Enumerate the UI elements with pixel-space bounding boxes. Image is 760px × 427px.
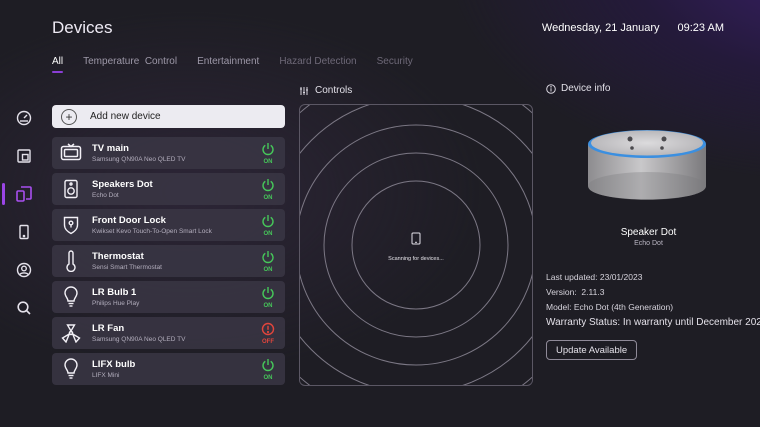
devices-icon bbox=[16, 186, 32, 202]
add-new-device-button[interactable]: + Add new device bbox=[52, 105, 285, 128]
page-title: Devices bbox=[52, 18, 113, 37]
power-icon bbox=[262, 215, 274, 228]
image-frame-icon bbox=[17, 149, 31, 163]
lock-icon bbox=[60, 214, 82, 236]
device-row-lr-fan[interactable]: LR Fan Samsung QN90A Neo QLED TV OFF bbox=[52, 317, 285, 349]
speaker-product-image bbox=[588, 130, 706, 200]
info-icon bbox=[546, 83, 556, 94]
device-name: Thermostat bbox=[92, 251, 144, 262]
power-icon bbox=[262, 251, 274, 264]
power-off-icon bbox=[261, 322, 275, 336]
sidebar-item-devices[interactable] bbox=[14, 184, 34, 204]
power-icon bbox=[262, 179, 274, 192]
device-model: Samsung QN90A Neo QLED TV bbox=[92, 336, 186, 343]
device-info-name: Speaker Dot bbox=[620, 227, 677, 238]
power-status: ON bbox=[263, 159, 273, 165]
power-status: ON bbox=[263, 303, 273, 309]
device-row-thermostat[interactable]: Thermostat Sensi Smart Thermostat ON bbox=[52, 245, 285, 277]
sidebar-item-phone[interactable] bbox=[14, 222, 34, 242]
bulb-icon bbox=[60, 358, 82, 380]
power-status: ON bbox=[263, 267, 273, 273]
sidebar-item-search[interactable] bbox=[14, 298, 34, 318]
device-row-lr-bulb-1[interactable]: LR Bulb 1 Philips Hue Play ON bbox=[52, 281, 285, 313]
device-name: TV main bbox=[92, 143, 129, 154]
tab-security[interactable]: Security bbox=[377, 56, 413, 72]
thermometer-icon bbox=[60, 250, 82, 272]
device-info-title: Device info bbox=[561, 83, 611, 94]
tablet-icon bbox=[411, 232, 421, 245]
power-icon bbox=[262, 143, 274, 156]
device-warranty: Warranty Status: In warranty until Decem… bbox=[546, 317, 760, 328]
power-toggle[interactable]: ON bbox=[261, 358, 275, 381]
power-status: OFF bbox=[262, 339, 274, 345]
device-name: LR Bulb 1 bbox=[92, 287, 137, 298]
device-model: Sensi Smart Thermostat bbox=[92, 264, 162, 271]
power-icon bbox=[262, 287, 274, 300]
power-icon bbox=[262, 359, 274, 372]
gauge-icon bbox=[16, 110, 32, 126]
power-status: ON bbox=[263, 195, 273, 201]
device-row-lifx-bulb[interactable]: LIFX bulb LIFX Mini ON bbox=[52, 353, 285, 385]
tv-icon bbox=[60, 142, 82, 164]
sliders-icon bbox=[300, 86, 308, 95]
scanning-status: Scanning for devices... bbox=[388, 256, 444, 262]
tab-hazard-detection[interactable]: Hazard Detection bbox=[279, 56, 356, 72]
radar-rings bbox=[300, 105, 532, 385]
tab-temperature-control[interactable]: Temperature Control bbox=[83, 56, 177, 72]
power-status: ON bbox=[263, 375, 273, 381]
sidebar-item-profile[interactable] bbox=[14, 260, 34, 280]
device-info-type: Echo Dot bbox=[634, 240, 663, 247]
datetime: Wednesday, 21 January 09:23 AM bbox=[542, 22, 724, 34]
device-name: Front Door Lock bbox=[92, 215, 166, 226]
speaker-icon bbox=[60, 178, 82, 200]
sidebar-item-gallery[interactable] bbox=[14, 146, 34, 166]
device-model: Samsung QN90A Neo QLED TV bbox=[92, 156, 186, 163]
phone-icon bbox=[19, 224, 29, 240]
device-model: LIFX Mini bbox=[92, 372, 120, 379]
sidebar-item-dashboard[interactable] bbox=[14, 108, 34, 128]
time-label: 09:23 AM bbox=[677, 22, 724, 34]
controls-panel: Scanning for devices... bbox=[299, 104, 533, 386]
fan-icon bbox=[60, 322, 82, 344]
device-row-tv-main[interactable]: TV main Samsung QN90A Neo QLED TV ON bbox=[52, 137, 285, 169]
power-toggle[interactable]: ON bbox=[261, 142, 275, 165]
power-toggle[interactable]: ON bbox=[261, 250, 275, 273]
device-row-speakers-dot[interactable]: Speakers Dot Echo Dot ON bbox=[52, 173, 285, 205]
add-new-device-label: Add new device bbox=[90, 111, 161, 122]
tab-entertainment[interactable]: Entertainment bbox=[197, 56, 259, 72]
device-row-front-door-lock[interactable]: Front Door Lock Kwikset Kevo Touch-To-Op… bbox=[52, 209, 285, 241]
device-last-updated: Last updated: 23/01/2023 bbox=[546, 272, 643, 282]
plus-icon: + bbox=[61, 108, 77, 125]
device-name: LIFX bulb bbox=[92, 359, 136, 370]
device-model-info: Model: Echo Dot (4th Generation) bbox=[546, 302, 674, 312]
bulb-icon bbox=[60, 286, 82, 308]
sidebar-active-indicator bbox=[2, 183, 5, 205]
device-model: Philips Hue Play bbox=[92, 300, 140, 307]
tab-all[interactable]: All bbox=[52, 56, 64, 73]
update-available-button[interactable]: Update Available bbox=[546, 340, 638, 360]
power-toggle[interactable]: ON bbox=[261, 286, 275, 309]
category-tabs: All Temperature Control Entertainment Ha… bbox=[52, 56, 433, 73]
device-name: Speakers Dot bbox=[92, 179, 153, 190]
device-name: LR Fan bbox=[92, 323, 125, 334]
search-icon bbox=[17, 301, 31, 315]
device-model: Kwikset Kevo Touch-To-Open Smart Lock bbox=[92, 228, 212, 235]
device-info-header: Device info bbox=[546, 83, 610, 94]
controls-title: Controls bbox=[315, 85, 353, 96]
device-model: Echo Dot bbox=[92, 192, 119, 199]
date-label: Wednesday, 21 January bbox=[541, 22, 660, 34]
device-version: Version: 2.11.3 bbox=[546, 287, 605, 297]
controls-header: Controls bbox=[299, 85, 352, 96]
power-toggle[interactable]: ON bbox=[261, 214, 275, 237]
power-toggle[interactable]: ON bbox=[261, 178, 275, 201]
power-status: ON bbox=[263, 231, 273, 237]
power-toggle[interactable]: OFF bbox=[261, 322, 275, 345]
user-icon bbox=[16, 262, 32, 278]
